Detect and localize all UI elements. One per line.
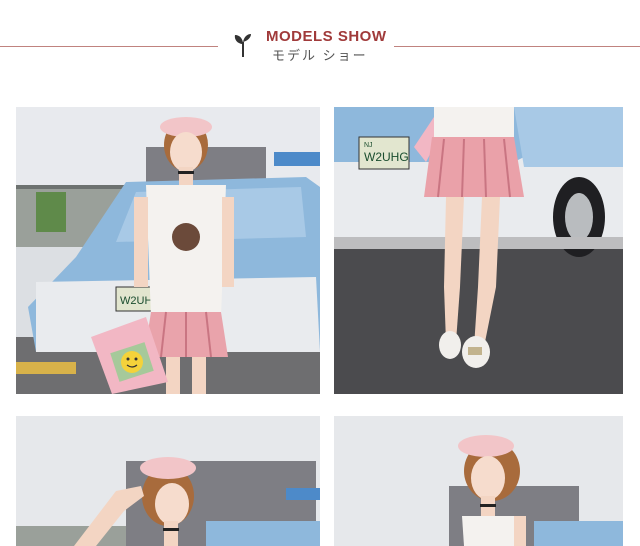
sprout-icon xyxy=(234,34,251,57)
header-divider-right xyxy=(394,46,640,47)
model-photo-2: NJ W2UHG xyxy=(334,107,623,394)
section-title: MODELS SHOW xyxy=(266,28,387,45)
header-divider-left xyxy=(0,46,218,47)
model-photo-3 xyxy=(16,416,320,546)
model-photo-1: W2UHG xyxy=(16,107,320,394)
model-photo-4 xyxy=(334,416,623,546)
license-plate-top-text: NJ xyxy=(364,142,373,149)
section-subtitle: モデル ショー xyxy=(272,48,368,63)
license-plate-text-2: W2UHG xyxy=(364,150,409,164)
